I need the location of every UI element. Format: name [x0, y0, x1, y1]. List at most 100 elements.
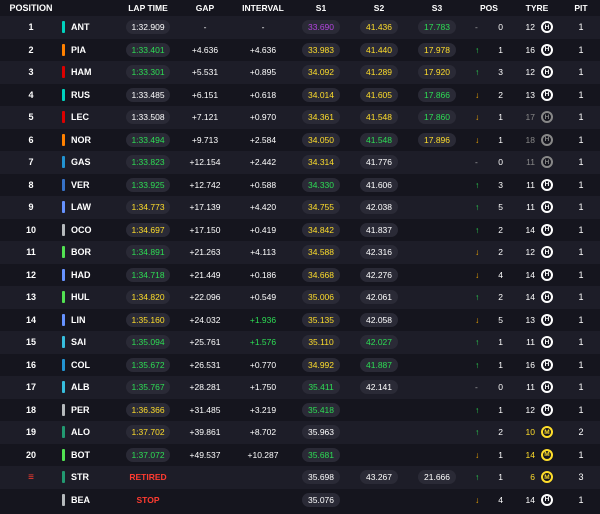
position-change-cell: -0 [466, 157, 512, 167]
tyre-age: 10 [525, 427, 535, 438]
table-row[interactable]: 16 COL 1:35.672 +26.531 +0.770 34.992 41.887 ↑ 1… [0, 353, 600, 376]
table-row[interactable]: 7 GAS 1:33.823 +12.154 +2.442 34.314 41.776-0 1… [0, 151, 600, 174]
arrow-down-icon: ↓ [475, 269, 480, 280]
s1-time: 35.681 [302, 447, 340, 462]
driver-cell[interactable]: SAI [62, 336, 120, 349]
position-change-cell: ↓ 1 [466, 112, 512, 122]
position-change-value: 2 [498, 247, 503, 258]
gap-cell: +17.150 [176, 225, 234, 235]
table-row[interactable]: 8 VER 1:33.925 +12.742 +0.588 34.330 41.606 ↑ 3 1… [0, 173, 600, 196]
team-color-bar [62, 43, 65, 56]
driver-cell[interactable]: LEC [62, 111, 120, 124]
tyre-cell: 12 H [512, 246, 562, 259]
team-color-bar [62, 313, 65, 326]
table-row[interactable]: 13 HUL 1:34.820 +22.096 +0.549 35.006 42.061 ↑ 2… [0, 286, 600, 309]
header-s2[interactable]: S2 [350, 3, 408, 13]
driver-cell[interactable]: LAW [62, 201, 120, 214]
interval-value: +1.750 [249, 382, 277, 393]
table-row[interactable]: 14 LIN 1:35.160 +24.032 +1.936 35.135 42.058 ↓ 5… [0, 308, 600, 331]
hard-tyre-icon: H [541, 336, 553, 349]
s3-cell: 21.666 [408, 470, 466, 485]
table-row[interactable]: 1 ANT 1:32.909- -33.690 41.436 17.783-0 12 H 1 [0, 16, 600, 39]
position-change-cell: ↓ 2 [466, 247, 512, 257]
s1-time: 35.076 [302, 492, 340, 507]
driver-cell[interactable]: LIN [62, 313, 120, 326]
header-interval[interactable]: INTERVAL [234, 3, 292, 13]
driver-cell[interactable]: NOR [62, 133, 120, 146]
driver-cell[interactable]: ALB [62, 381, 120, 394]
table-row[interactable]: 17 ALB 1:35.767 +28.281 +1.750 35.411 42.141-0… [0, 376, 600, 399]
s1-cell: 34.842 [292, 222, 350, 237]
s1-time: 34.361 [302, 110, 340, 125]
table-row[interactable]: 12 HAD 1:34.718 +21.449 +0.186 34.668 42.276 ↓ 4… [0, 263, 600, 286]
lap-time-cell: 1:34.820 [120, 290, 176, 305]
table-row[interactable]: 5 LEC 1:33.508 +7.121 +0.970 34.361 41.548 17.8… [0, 106, 600, 129]
table-row[interactable]: 3 HAM 1:33.301 +5.531 +0.895 34.092 41.289 17.9… [0, 61, 600, 84]
s2-time: 41.605 [360, 87, 398, 102]
driver-cell[interactable]: ALO [62, 426, 120, 439]
header-pos-change[interactable]: POS [466, 3, 512, 13]
hard-tyre-icon: H [541, 178, 553, 191]
table-row[interactable]: 11 BOR 1:34.891 +21.263 +4.113 34.588 42.316 ↓ 2… [0, 241, 600, 264]
s2-time: 41.606 [360, 177, 398, 192]
tyre-info: 14 H [521, 223, 553, 236]
driver-cell[interactable]: ANT [62, 21, 120, 34]
table-row[interactable]: 9 LAW 1:34.773 +17.139 +4.420 34.755 42.038 ↑ 5 1… [0, 196, 600, 219]
header-lap-time[interactable]: LAP TIME [120, 3, 176, 13]
s1-time: 34.092 [302, 65, 340, 80]
table-row[interactable]: 18 PER 1:36.366 +31.485 +3.219 35.418 ↑ 1 12 H 1 [0, 398, 600, 421]
interval-value: +0.549 [249, 292, 277, 303]
driver-cell[interactable]: BOT [62, 448, 120, 461]
lap-time-cell: 1:37.072 [120, 447, 176, 462]
pit-cell: 1 [578, 22, 584, 33]
header-gap[interactable]: GAP [176, 3, 234, 13]
table-row[interactable]: 20 BOT 1:37.072 +49.537 +10.287 35.681 ↓ 1 14 M 1 [0, 443, 600, 466]
table-row[interactable]: ≡ STR RETIRED 35.698 43.267 21.666 ↑ 1 6 M 3 [0, 466, 600, 489]
driver-cell[interactable]: HAM [62, 66, 120, 79]
table-body: 1 ANT 1:32.909- -33.690 41.436 17.783-0 12 H 1 2 P… [0, 16, 600, 511]
driver-cell[interactable]: PER [62, 403, 120, 416]
header-s1[interactable]: S1 [292, 3, 350, 13]
header-s3[interactable]: S3 [408, 3, 466, 13]
team-color-bar [62, 246, 65, 259]
pit-cell: 1 [578, 202, 584, 213]
tyre-cell: 13 H [512, 88, 562, 101]
table-row[interactable]: 15 SAI 1:35.094 +25.761 +1.576 35.110 42.027 ↑ 1… [0, 331, 600, 354]
driver-cell[interactable]: PIA [62, 43, 120, 56]
interval-value: +1.936 [249, 314, 277, 325]
table-row[interactable]: BEA STOP 35.076 ↓ 4 14 H 1 [0, 488, 600, 511]
driver-cell[interactable]: RUS [62, 88, 120, 101]
tyre-cell: 14 H [512, 268, 562, 281]
header-pit[interactable]: PIT [562, 3, 600, 13]
position-cell: 19 [25, 427, 36, 438]
driver-cell[interactable]: HUL [62, 291, 120, 304]
driver-cell[interactable]: BOR [62, 246, 120, 259]
driver-cell[interactable]: OCO [62, 223, 120, 236]
s2-time: 42.027 [360, 335, 398, 350]
tyre-cell: 11 H [512, 381, 562, 394]
table-row[interactable]: 2 PIA 1:33.401 +4.636 +4.636 33.983 41.440 17.9… [0, 38, 600, 61]
header-tyre[interactable]: TYRE [512, 3, 562, 13]
table-row[interactable]: 4 RUS 1:33.485 +6.151 +0.618 34.014 41.605 17.8… [0, 83, 600, 106]
tyre-age: 13 [525, 314, 535, 325]
table-row[interactable]: 19 ALO 1:37.702 +39.861 +8.702 35.963 ↑ 2 10 M 2 [0, 421, 600, 444]
arrow-down-icon: ↓ [475, 134, 480, 145]
driver-cell[interactable]: COL [62, 358, 120, 371]
timing-table: POSITION LAP TIME GAP INTERVAL S1 S2 S3 … [0, 0, 600, 514]
driver-cell[interactable]: GAS [62, 156, 120, 169]
table-row[interactable]: 10 OCO 1:34.697 +17.150 +0.419 34.842 41.837 ↑ 2… [0, 218, 600, 241]
table-row[interactable]: 6 NOR 1:33.494 +9.713 +2.584 34.050 41.548 17.8… [0, 128, 600, 151]
driver-cell[interactable]: VER [62, 178, 120, 191]
gap-cell: +21.263 [176, 247, 234, 257]
position-change-value: 2 [498, 224, 503, 235]
driver-cell[interactable]: STR [62, 471, 120, 484]
driver-cell[interactable]: HAD [62, 268, 120, 281]
driver-cell[interactable]: BEA [62, 493, 120, 506]
position-change-cell: ↑ 2 [466, 292, 512, 302]
header-position[interactable]: POSITION [0, 3, 62, 13]
tyre-age: 11 [526, 157, 535, 168]
gap-cell: +17.139 [176, 202, 234, 212]
dash-icon: - [475, 157, 478, 168]
lap-time: 1:37.702 [126, 425, 170, 440]
team-color-bar [62, 156, 65, 169]
